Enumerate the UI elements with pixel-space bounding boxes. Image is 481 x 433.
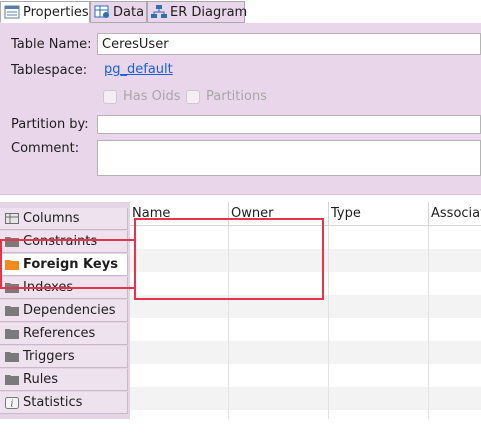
panel-splitter[interactable] (0, 194, 481, 202)
tablespace-link[interactable]: pg_default (104, 62, 173, 77)
table-name-label: Table Name: (11, 37, 92, 52)
folder-icon (5, 328, 19, 339)
folder-icon (5, 351, 19, 362)
checkbox-box (186, 89, 200, 104)
column-divider (428, 202, 429, 419)
tablespace-label: Tablespace: (11, 63, 88, 78)
properties-icon (4, 5, 20, 19)
tab-er-diagram[interactable]: ER Diagram (147, 1, 248, 23)
section-item-references[interactable]: References (0, 323, 128, 345)
comment-label: Comment: (11, 141, 80, 156)
editor-tab-bar: Properties Data ER Diagram (0, 0, 481, 24)
section-label: Rules (23, 372, 59, 387)
section-item-columns[interactable]: Columns (0, 208, 128, 230)
section-label: Triggers (23, 349, 75, 364)
svg-text:i: i (11, 400, 14, 410)
section-label: Statistics (23, 395, 83, 410)
checkbox-box (103, 89, 117, 104)
section-label: Columns (23, 211, 80, 226)
partition-by-input[interactable] (97, 115, 481, 134)
highlight-box-empty-grid (134, 218, 324, 300)
tab-data[interactable]: Data (90, 1, 147, 23)
partitions-label: Partitions (206, 89, 267, 104)
folder-icon (5, 374, 19, 385)
comment-textarea[interactable] (97, 140, 481, 176)
tab-label: Properties (23, 4, 89, 20)
tab-properties[interactable]: Properties (0, 1, 90, 23)
tab-label: ER Diagram (170, 4, 248, 20)
column-divider (328, 202, 329, 419)
section-item-statistics[interactable]: i Statistics (0, 392, 128, 414)
columns-icon (5, 213, 19, 224)
table-name-input[interactable]: CeresUser (97, 33, 481, 55)
column-header-type[interactable]: Type (329, 202, 429, 226)
has-oids-checkbox[interactable]: Has Oids (103, 89, 181, 104)
er-diagram-icon (151, 5, 167, 19)
table-properties-form: Table Name: CeresUser Tablespace: pg_def… (0, 23, 481, 194)
partition-by-label: Partition by: (11, 117, 89, 132)
data-icon (94, 5, 110, 19)
folder-icon (5, 305, 19, 316)
section-label: Dependencies (23, 303, 116, 318)
tab-label: Data (113, 4, 145, 20)
column-header-associated[interactable]: Associat (429, 202, 481, 226)
section-item-triggers[interactable]: Triggers (0, 346, 128, 368)
section-item-rules[interactable]: Rules (0, 369, 128, 391)
highlight-box-foreign-keys (0, 239, 136, 289)
info-icon: i (5, 397, 19, 410)
section-item-dependencies[interactable]: Dependencies (0, 300, 128, 322)
has-oids-label: Has Oids (123, 89, 181, 104)
section-label: References (23, 326, 96, 341)
partitions-checkbox[interactable]: Partitions (186, 89, 267, 104)
section-list: Columns Constraints Foreign Keys Indexes… (0, 202, 130, 419)
